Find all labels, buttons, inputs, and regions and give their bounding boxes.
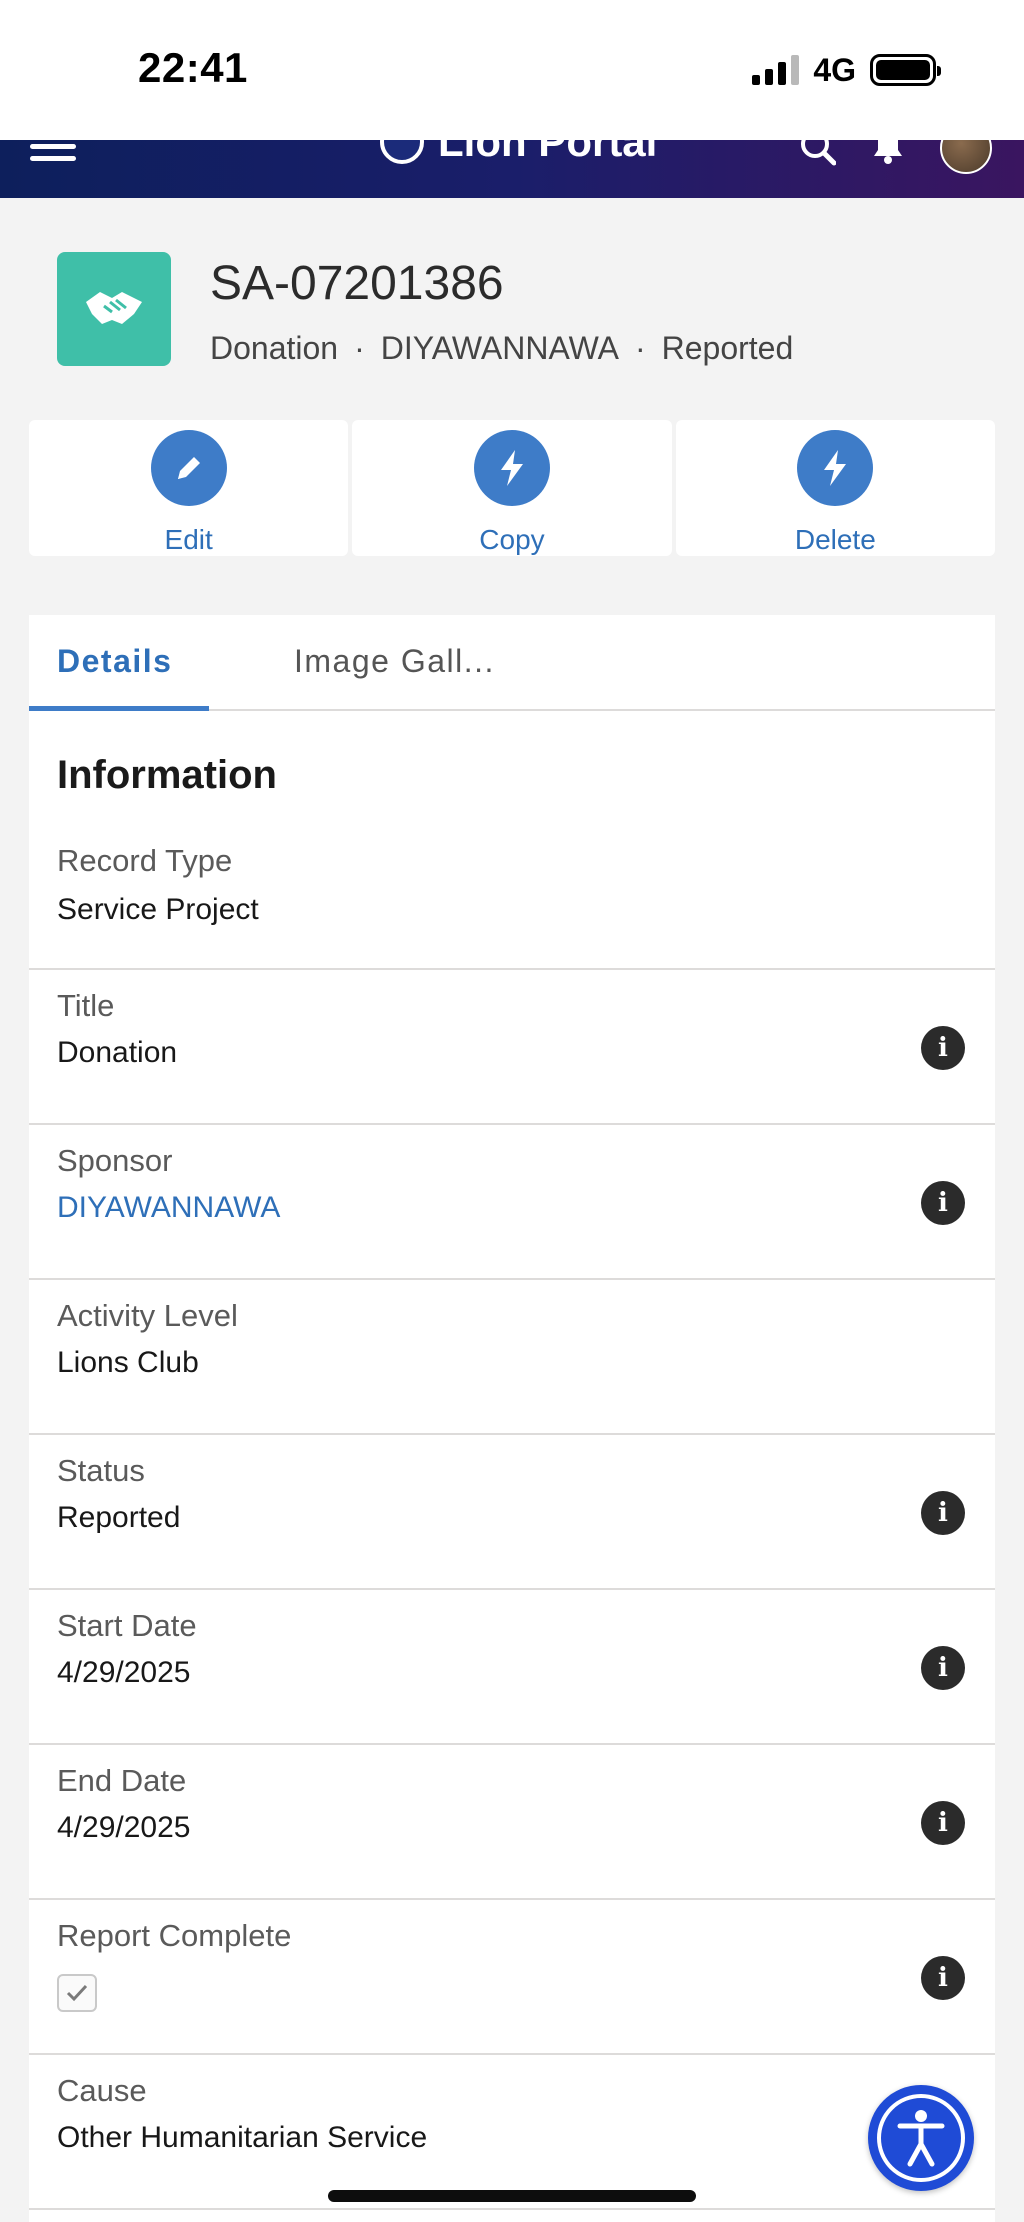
field-label: Record Type (57, 843, 233, 878)
field-start-date: Start Date 4/29/2025 i (29, 1590, 995, 1745)
app-header: Lion Portal (0, 140, 1024, 198)
network-type: 4G (813, 51, 856, 88)
brand-title: Lion Portal (438, 140, 658, 165)
search-icon[interactable] (800, 140, 836, 170)
record-id: SA-07201386 (210, 257, 504, 310)
field-value: Service Project (57, 893, 259, 926)
field-label: Sponsor (57, 1143, 173, 1178)
pencil-icon (150, 430, 227, 506)
record-sponsor: DIYAWANNAWA (380, 330, 619, 366)
field-value: Reported (57, 1501, 181, 1534)
status-time: 22:41 (138, 44, 248, 91)
record-type: Donation (210, 330, 339, 366)
edit-button[interactable]: Edit (29, 420, 349, 556)
field-label: Activity Level (57, 1298, 238, 1333)
info-icon[interactable]: i (921, 1956, 965, 2000)
status-bar: 22:41 4G (0, 0, 1024, 140)
tab-bar: Details Image Gall... (29, 615, 995, 711)
battery-icon (870, 54, 941, 86)
info-icon[interactable]: i (921, 1491, 965, 1535)
tab-details[interactable]: Details (57, 643, 172, 680)
info-icon[interactable]: i (921, 1181, 965, 1225)
field-cause: Cause Other Humanitarian Service (29, 2055, 995, 2210)
field-value: Lions Club (57, 1346, 199, 1379)
lightning-icon (473, 430, 550, 506)
field-status: Status Reported i (29, 1435, 995, 1590)
action-bar: Edit Copy Delete (29, 420, 995, 556)
lions-logo-icon (380, 140, 424, 164)
info-icon[interactable]: i (921, 1646, 965, 1690)
bell-icon[interactable] (870, 140, 906, 172)
record-meta: Donation · DIYAWANNAWA · Reported (210, 330, 794, 366)
edit-label: Edit (164, 524, 213, 555)
copy-button[interactable]: Copy (352, 420, 672, 556)
avatar[interactable] (940, 140, 992, 174)
lightning-icon (797, 430, 874, 506)
info-icon[interactable]: i (921, 1026, 965, 1070)
status-indicators: 4G (752, 51, 941, 88)
section-title: Information (57, 753, 277, 797)
accessibility-icon (877, 2094, 965, 2182)
field-value: 4/29/2025 (57, 1656, 191, 1689)
signal-icon (752, 55, 800, 85)
delete-button[interactable]: Delete (675, 420, 995, 556)
field-label: End Date (57, 1763, 187, 1798)
handshake-icon (57, 252, 171, 366)
report-complete-checkbox (57, 1974, 97, 2012)
field-label: Title (57, 988, 115, 1023)
field-value: Donation (57, 1036, 178, 1069)
accessibility-button[interactable] (868, 2085, 974, 2191)
field-label: Start Date (57, 1608, 197, 1643)
tab-image-gallery[interactable]: Image Gall... (294, 643, 495, 680)
field-record-type: Record Type Service Project (29, 815, 995, 970)
menu-icon[interactable] (30, 144, 76, 161)
copy-label: Copy (479, 524, 545, 555)
home-indicator[interactable] (328, 2190, 696, 2202)
field-report-complete: Report Complete i (29, 1900, 995, 2055)
field-title: Title Donation i (29, 970, 995, 1125)
delete-label: Delete (794, 524, 876, 555)
details-card: Details Image Gall... Information Record… (29, 615, 995, 2222)
info-icon[interactable]: i (921, 1801, 965, 1845)
field-value: Other Humanitarian Service (57, 2121, 428, 2154)
brand[interactable]: Lion Portal (380, 140, 657, 166)
field-sponsor: Sponsor DIYAWANNAWA i (29, 1125, 995, 1280)
field-label: Report Complete (57, 1918, 292, 1953)
field-value: 4/29/2025 (57, 1811, 191, 1844)
field-end-date: End Date 4/29/2025 i (29, 1745, 995, 1900)
record-header: SA-07201386 Donation · DIYAWANNAWA · Rep… (57, 252, 977, 372)
field-activity-level: Activity Level Lions Club (29, 1280, 995, 1435)
field-label: Status (57, 1453, 145, 1488)
field-label: Cause (57, 2073, 147, 2108)
sponsor-link[interactable]: DIYAWANNAWA (57, 1191, 280, 1225)
active-tab-indicator (29, 706, 209, 711)
record-status: Reported (661, 330, 794, 366)
